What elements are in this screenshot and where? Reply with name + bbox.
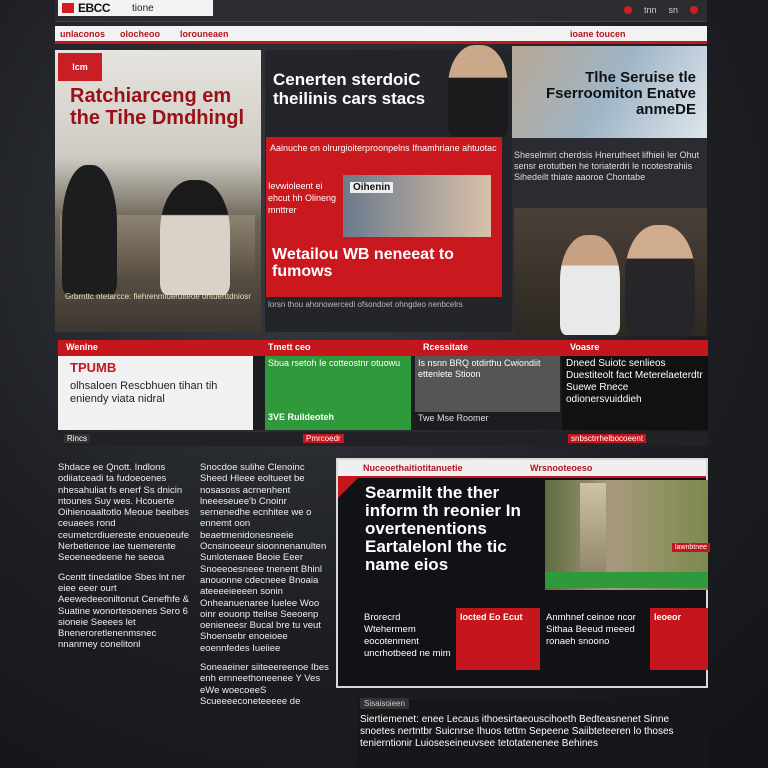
inset-label: Oihenin bbox=[350, 182, 394, 193]
band-foot-left[interactable]: Rincs bbox=[64, 434, 91, 443]
hero-person-left bbox=[62, 165, 117, 295]
hero-person-right bbox=[160, 180, 230, 295]
section-band-header: Wenlne Tmett ceo Rcessitate Voasre bbox=[58, 340, 708, 356]
story-nav-right[interactable]: Wrsnooteoeso bbox=[530, 463, 592, 473]
band-green-text: Sbua rsetoh Ie cotteostnr otuowu bbox=[268, 358, 401, 368]
right-headline[interactable]: Tlhe Seruise tle Fserroomiton Enatve anm… bbox=[512, 70, 702, 118]
crowd-person-1 bbox=[560, 235, 620, 335]
menu-icon[interactable] bbox=[690, 6, 698, 14]
band-right-text: Dneed Suiotc senlieos Duestiteolt fact M… bbox=[566, 358, 703, 405]
center-person bbox=[448, 45, 508, 137]
band-green-footer: 3VE Ruildeoteh bbox=[268, 412, 335, 422]
band-mid-footer: Twe Mse Roomer bbox=[418, 413, 489, 423]
band-label-4[interactable]: Voasre bbox=[570, 342, 599, 352]
article-paragraph: Shdace ee Qnott. Indlons odiiatceadi ta … bbox=[58, 462, 189, 564]
footer-label: Sisaisoieen bbox=[360, 698, 409, 709]
feature-photo-bar bbox=[545, 572, 708, 588]
band-footer: Rincs Pmrcoedr snbsctrrhelbocoeent bbox=[58, 432, 708, 446]
article-column-1: Shdace ee Qnott. Indlons odiiatceadi ta … bbox=[58, 462, 190, 659]
teaser-2-image-label: Ieoeor bbox=[654, 612, 682, 622]
feature-photo-tag: lawnbtnee bbox=[672, 543, 710, 552]
feature-story-nav: Nuceoethaitiotitanuetie Wrsnooteoeso bbox=[338, 460, 706, 478]
article-paragraph: Soneaeiner siiteeereenoe Ibes enh ernnee… bbox=[200, 662, 329, 707]
article-body: Shdace ee Qnott. Indlons odiiatceadi ta … bbox=[58, 462, 333, 762]
center-footer-text: lorsn thou ahonowercedi ofsondoet ohngde… bbox=[268, 300, 463, 309]
teaser-1-image-label: Iocted Eo Ecut bbox=[460, 612, 523, 622]
band-white-title: TPUMB bbox=[70, 360, 117, 375]
feature-story-title[interactable]: Searmilt the ther inform th reonier In o… bbox=[365, 484, 545, 574]
nav-item-1[interactable]: unlaconos bbox=[60, 29, 105, 39]
teaser-2-text[interactable]: Anmhnef ceinoe ncor Sithaa Beeud meeed r… bbox=[546, 612, 646, 648]
nav-item-2[interactable]: olocheoo bbox=[120, 29, 160, 39]
right-text: Sheselmirt cherdsis Hnerutheet lifhieii … bbox=[514, 150, 700, 182]
band-foot-mid[interactable]: Pmrcoedr bbox=[303, 434, 344, 443]
site-logo[interactable]: EBCC tione bbox=[58, 0, 213, 16]
alert-icon[interactable] bbox=[623, 6, 632, 14]
teaser-1-text[interactable]: Brorecrd Wtehermem eocotenment uncrhotbe… bbox=[364, 612, 454, 660]
article-paragraph: Snocdoe sulihe Clenoinc Sheed Hleee eolt… bbox=[200, 462, 327, 654]
footer-text: Siertiemenet: enee Lecaus ithoesirtaeous… bbox=[360, 714, 674, 749]
band-mid-text: Is nsnn BRQ otdirthu Cwiondiit ettenlete… bbox=[418, 358, 541, 379]
article-paragraph: Gcentt tinedatiloe Sbes lnt ner eiee eee… bbox=[58, 571, 189, 651]
top-link-1[interactable]: tnn bbox=[644, 5, 657, 15]
band-foot-right[interactable]: snbsctrrhelbocoeent bbox=[568, 434, 647, 443]
tower-shape bbox=[580, 483, 606, 583]
article-column-2: Snocdoe sulihe Clenoinc Sheed Hleee eolt… bbox=[200, 462, 332, 715]
top-link-2[interactable]: sn bbox=[668, 5, 678, 15]
red-panel-headline[interactable]: Wetailou WB neneeat to fumows bbox=[272, 246, 492, 280]
hero-caption: Grbrnttc ntetarcce: fiehrenmiuerulteoe o… bbox=[65, 292, 251, 301]
teaser-1-image[interactable]: Iocted Eo Ecut bbox=[456, 608, 540, 670]
red-panel-strip: Aainuche on olrurgioiterproonpelns Ifnam… bbox=[270, 143, 497, 153]
logo-mark-icon bbox=[62, 3, 74, 13]
crowd-person-2 bbox=[625, 225, 695, 335]
nav-item-3[interactable]: lorouneaen bbox=[180, 29, 229, 39]
band-label-1[interactable]: Wenlne bbox=[66, 342, 98, 352]
main-nav: unlaconos olocheoo lorouneaen ioane touc… bbox=[55, 26, 707, 44]
hero-title[interactable]: Ratchiarceng em the Tihe Dmdhingl bbox=[70, 85, 255, 129]
top-links: tnn sn bbox=[623, 5, 698, 15]
story-nav-left[interactable]: Nuceoethaitiotitanuetie bbox=[363, 463, 463, 473]
band-label-3[interactable]: Rcessitate bbox=[423, 342, 468, 352]
logo-text: EBCC bbox=[78, 1, 111, 15]
red-panel-sub: Ievwioleent ei ehcut hh Olineng mnttrer bbox=[268, 181, 337, 215]
center-headline[interactable]: Cenerten sterdoiC theilinis cars stacs bbox=[273, 70, 453, 108]
hero-tag: lcm bbox=[58, 53, 102, 81]
band-white-text: olhsaloen Rescbhuen tihan tih eniendy vi… bbox=[70, 380, 218, 405]
nav-item-right[interactable]: ioane toucen bbox=[570, 29, 626, 39]
teaser-2-image[interactable]: Ieoeor bbox=[650, 608, 708, 670]
band-label-2[interactable]: Tmett ceo bbox=[268, 342, 311, 352]
logo-subtitle: tione bbox=[132, 2, 154, 14]
